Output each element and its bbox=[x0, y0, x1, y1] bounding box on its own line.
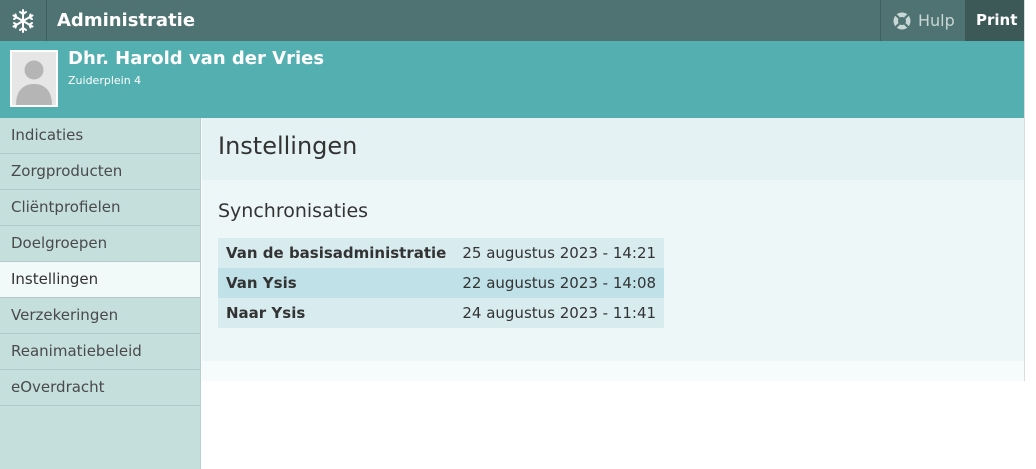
settings-panel: Synchronisaties Van de basisadministrati… bbox=[202, 180, 1024, 361]
sidebar-item-verzekeringen[interactable]: Verzekeringen bbox=[0, 298, 200, 334]
table-row: Van de basisadministratie 25 augustus 20… bbox=[218, 238, 665, 268]
sidebar-item-zorgproducten[interactable]: Zorgproducten bbox=[0, 154, 200, 190]
sync-label: Naar Ysis bbox=[226, 304, 306, 322]
page-title: Instellingen bbox=[218, 132, 358, 160]
sidebar-item-eoverdracht[interactable]: eOverdracht bbox=[0, 370, 200, 406]
sidebar-item-indicaties[interactable]: Indicaties bbox=[0, 118, 200, 154]
top-bar: Administratie Hulp Print bbox=[0, 0, 1024, 41]
sidebar-nav: Indicaties Zorgproducten Cliëntprofielen… bbox=[0, 118, 201, 469]
patient-header: Dhr. Harold van der Vries Zuiderplein 4 bbox=[0, 41, 1024, 118]
snowflake-logo-icon bbox=[12, 8, 34, 33]
patient-address: Zuiderplein 4 bbox=[68, 74, 142, 87]
patient-name: Dhr. Harold van der Vries bbox=[68, 48, 325, 69]
sync-timestamp: 22 augustus 2023 - 14:08 bbox=[462, 274, 657, 292]
help-button[interactable]: Hulp bbox=[880, 0, 965, 41]
lifebuoy-icon bbox=[893, 12, 911, 29]
sync-label: Van Ysis bbox=[226, 274, 297, 292]
patient-avatar[interactable] bbox=[10, 50, 58, 107]
table-row: Naar Ysis 24 augustus 2023 - 11:41 bbox=[218, 298, 665, 328]
app-logo[interactable] bbox=[0, 0, 47, 41]
sync-table: Van de basisadministratie 25 augustus 20… bbox=[218, 238, 665, 328]
right-edge-divider bbox=[1024, 0, 1025, 381]
app-title: Administratie bbox=[57, 10, 196, 31]
sync-timestamp: 24 augustus 2023 - 11:41 bbox=[462, 304, 657, 322]
person-avatar-icon bbox=[12, 52, 56, 105]
table-row: Van Ysis 22 augustus 2023 - 14:08 bbox=[218, 268, 665, 298]
sidebar-item-doelgroepen[interactable]: Doelgroepen bbox=[0, 226, 200, 262]
section-title: Synchronisaties bbox=[218, 200, 369, 222]
sidebar-item-reanimatiebeleid[interactable]: Reanimatiebeleid bbox=[0, 334, 200, 370]
sidebar-item-instellingen[interactable]: Instellingen bbox=[0, 262, 200, 298]
sidebar-item-clientprofielen[interactable]: Cliëntprofielen bbox=[0, 190, 200, 226]
panel-footer bbox=[202, 361, 1024, 381]
sync-label: Van de basisadministratie bbox=[226, 244, 447, 262]
help-label: Hulp bbox=[918, 11, 955, 30]
sync-timestamp: 25 augustus 2023 - 14:21 bbox=[462, 244, 657, 262]
print-button[interactable]: Print bbox=[965, 0, 1024, 41]
page-header: Instellingen bbox=[202, 118, 1024, 180]
